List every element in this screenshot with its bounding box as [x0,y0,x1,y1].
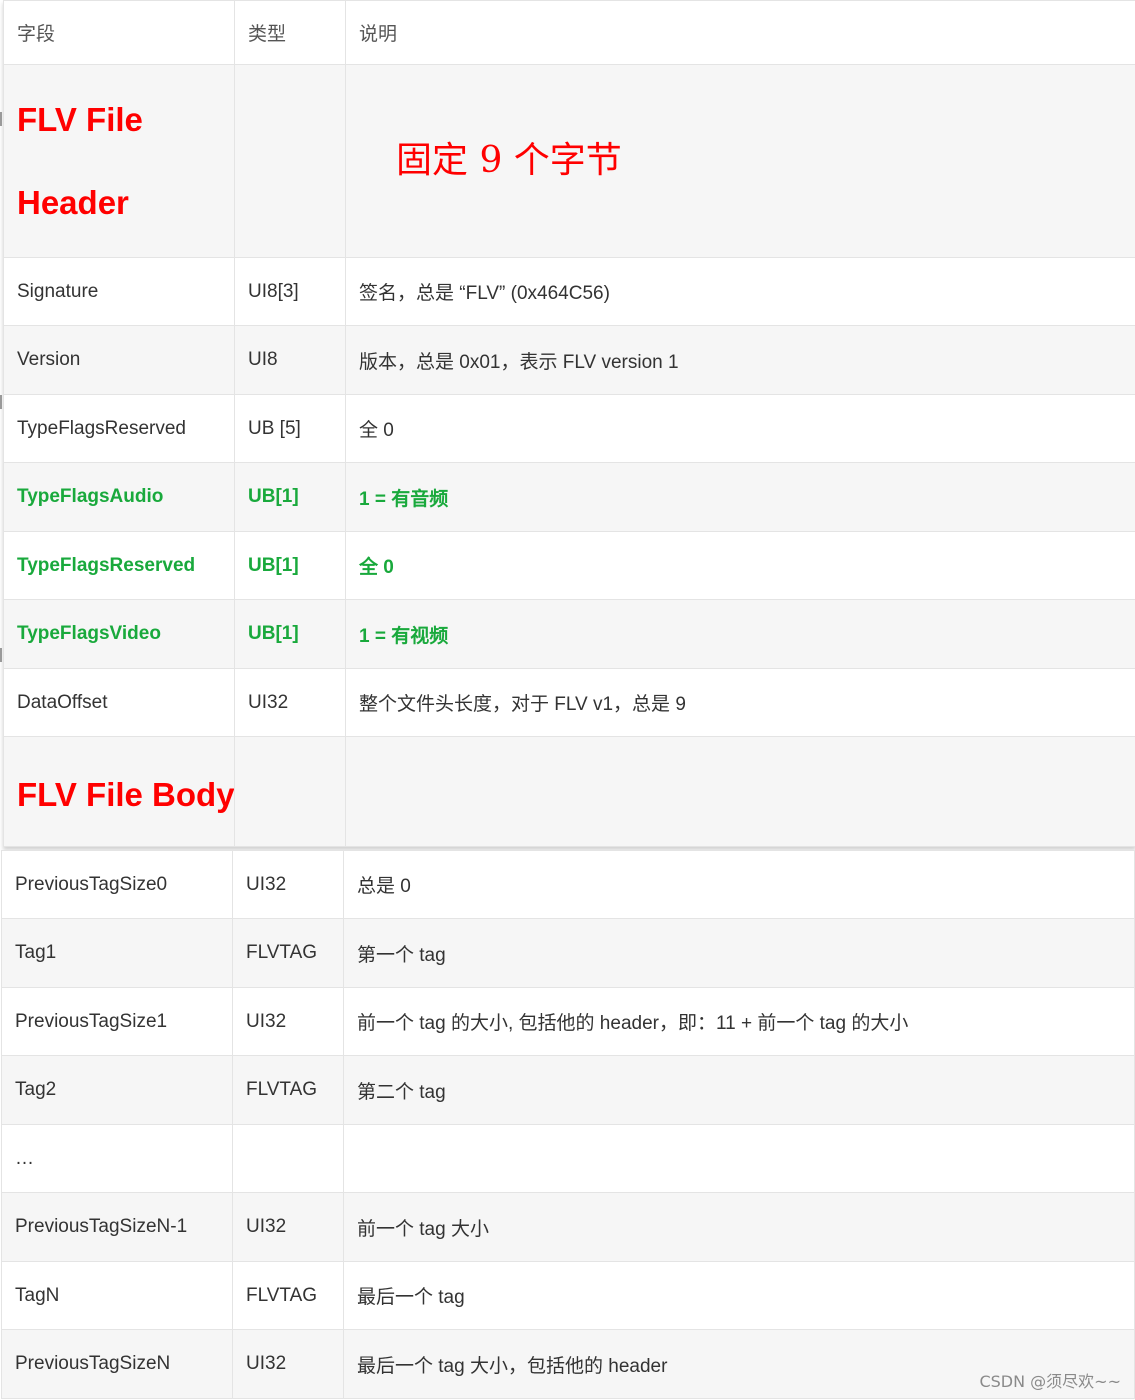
column-header-desc: 说明 [345,0,1135,65]
desc-cell: 最后一个 tag [343,1261,1135,1330]
desc-cell: 第二个 tag [343,1055,1135,1125]
column-header-row: 字段 类型 说明 [3,0,1135,65]
desc-cell: 1 = 有视频 [345,599,1135,669]
field-cell: TypeFlagsAudio [3,462,235,532]
csdn-watermark: CSDN @须尽欢~~ [979,1372,1121,1391]
column-header-type: 类型 [234,0,346,65]
table-row: PreviousTagSize1 UI32 前一个 tag 的大小, 包括他的 … [1,987,1135,1056]
type-cell: UI8 [234,325,346,395]
header-title-line2: Header [17,184,129,221]
field-cell: TypeFlagsReserved [3,394,235,463]
type-cell: UI32 [232,850,344,919]
type-cell: UI8[3] [234,257,346,326]
body-section-row: FLV File Body [3,736,1135,847]
field-cell: Tag1 [1,918,233,988]
header-section-title: FLV File Header [3,64,235,258]
type-cell: UB [5] [234,394,346,463]
body-section-type-cell [234,736,346,847]
type-cell: UI32 [232,1329,344,1399]
type-cell: UI32 [232,1192,344,1262]
field-cell: PreviousTagSize0 [1,850,233,919]
type-cell: UI32 [232,987,344,1056]
desc-cell: 前一个 tag 的大小, 包括他的 header，即：11 + 前一个 tag … [343,987,1135,1056]
header-section-note: 固定 9 个字节 [345,64,1135,258]
field-cell: … [1,1124,233,1193]
table-row: … [1,1124,1135,1193]
desc-cell: 1 = 有音频 [345,462,1135,532]
column-header-field: 字段 [3,0,235,65]
header-title-line1: FLV File [17,101,143,138]
margin-mark [0,648,2,662]
type-cell: UB[1] [234,531,346,600]
table-row: PreviousTagSizeN UI32 最后一个 tag 大小，包括他的 h… [1,1329,1135,1399]
field-cell: DataOffset [3,668,235,737]
type-cell: UB[1] [234,462,346,532]
flv-body-table: PreviousTagSize0 UI32 总是 0 Tag1 FLVTAG 第… [1,850,1135,1399]
field-cell: Signature [3,257,235,326]
table-row: TypeFlagsReserved UB [5] 全 0 [3,394,1135,463]
field-cell: TypeFlagsVideo [3,599,235,669]
body-section-title: FLV File Body [3,736,235,847]
table-row-highlight: TypeFlagsAudio UB[1] 1 = 有音频 [3,462,1135,532]
table-row: Tag1 FLVTAG 第一个 tag [1,918,1135,988]
field-cell: TagN [1,1261,233,1330]
table-row: Version UI8 版本，总是 0x01，表示 FLV version 1 [3,325,1135,395]
margin-mark [0,395,2,409]
type-cell: FLVTAG [232,1261,344,1330]
desc-cell: 版本，总是 0x01，表示 FLV version 1 [345,325,1135,395]
desc-cell: 第一个 tag [343,918,1135,988]
header-section-type-cell [234,64,346,258]
table-row-highlight: TypeFlagsVideo UB[1] 1 = 有视频 [3,599,1135,669]
desc-cell [343,1124,1135,1193]
desc-cell: 签名，总是 “FLV” (0x464C56) [345,257,1135,326]
table-row: PreviousTagSizeN-1 UI32 前一个 tag 大小 [1,1192,1135,1262]
desc-cell: 全 0 [345,531,1135,600]
type-cell: FLVTAG [232,918,344,988]
table-row: DataOffset UI32 整个文件头长度，对于 FLV v1，总是 9 [3,668,1135,737]
page: 字段 类型 说明 FLV File Header 固定 9 个字节 Signatu… [0,0,1135,1400]
field-cell: Tag2 [1,1055,233,1125]
type-cell: UB[1] [234,599,346,669]
field-cell: PreviousTagSize1 [1,987,233,1056]
table-row: PreviousTagSize0 UI32 总是 0 [1,850,1135,919]
flv-header-table: 字段 类型 说明 FLV File Header 固定 9 个字节 Signatu… [3,0,1135,847]
type-cell: UI32 [234,668,346,737]
margin-mark [0,112,2,126]
field-cell: PreviousTagSizeN-1 [1,1192,233,1262]
type-cell [232,1124,344,1193]
field-cell: PreviousTagSizeN [1,1329,233,1399]
body-section-desc-cell [345,736,1135,847]
desc-cell: 前一个 tag 大小 [343,1192,1135,1262]
desc-cell: 总是 0 [343,850,1135,919]
header-section-row: FLV File Header 固定 9 个字节 [3,64,1135,258]
desc-cell: 整个文件头长度，对于 FLV v1，总是 9 [345,668,1135,737]
table-row: Signature UI8[3] 签名，总是 “FLV” (0x464C56) [3,257,1135,326]
field-cell: Version [3,325,235,395]
table-row-highlight: TypeFlagsReserved UB[1] 全 0 [3,531,1135,600]
table-row: Tag2 FLVTAG 第二个 tag [1,1055,1135,1125]
table-row: TagN FLVTAG 最后一个 tag [1,1261,1135,1330]
type-cell: FLVTAG [232,1055,344,1125]
field-cell: TypeFlagsReserved [3,531,235,600]
desc-cell: 全 0 [345,394,1135,463]
